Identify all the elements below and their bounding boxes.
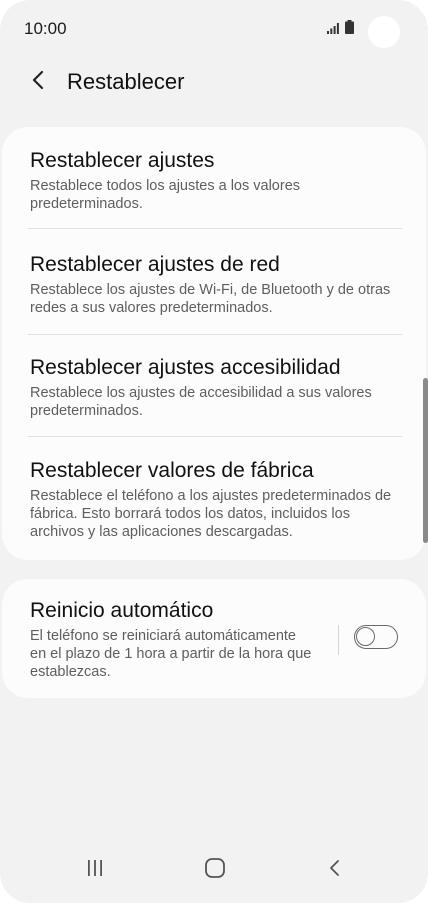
back-icon (328, 858, 342, 883)
nav-back-button[interactable] (310, 855, 360, 885)
item-description: El teléfono se reiniciará automáticament… (30, 628, 312, 680)
battery-icon (345, 20, 354, 39)
reset-accessibility-settings-item[interactable]: Restablecer ajustes accesibilidad Restab… (2, 354, 426, 420)
app-header: Restablecer (0, 58, 428, 108)
divider (28, 228, 402, 229)
item-description: Restablece el teléfono a los ajustes pre… (30, 488, 392, 540)
status-bar: 10:00 (0, 0, 428, 60)
back-button[interactable] (22, 66, 54, 98)
item-description: Restablece todos los ajustes a los valor… (30, 178, 301, 212)
scroll-indicator[interactable] (423, 378, 428, 543)
navigation-bar (0, 843, 428, 903)
recents-icon (85, 859, 105, 882)
page-title: Restablecer (67, 69, 185, 94)
chevron-left-icon (31, 70, 45, 95)
factory-reset-item[interactable]: Restablecer valores de fábrica Restablec… (2, 457, 426, 541)
reset-options-card: Restablecer ajustes Restablece todos los… (2, 127, 426, 560)
status-time: 10:00 (24, 19, 67, 38)
divider (28, 334, 402, 335)
toggle-knob (356, 627, 375, 646)
phone-screen: 10:00 Restablecer Restablecer ajustes Re… (0, 0, 428, 903)
status-icons (327, 20, 354, 39)
auto-restart-toggle[interactable] (354, 625, 398, 649)
item-title: Restablecer valores de fábrica (30, 459, 314, 482)
reset-network-settings-item[interactable]: Restablecer ajustes de red Restablece lo… (2, 251, 426, 317)
item-title: Restablecer ajustes accesibilidad (30, 356, 341, 379)
item-title: Restablecer ajustes (30, 149, 215, 172)
item-title: Restablecer ajustes de red (30, 253, 280, 276)
item-title: Reinicio automático (30, 599, 214, 622)
auto-restart-card: Reinicio automático El teléfono se reini… (2, 579, 426, 698)
home-button[interactable] (190, 855, 240, 885)
recents-button[interactable] (70, 855, 120, 885)
signal-icon (327, 21, 339, 39)
reset-settings-item[interactable]: Restablecer ajustes Restablece todos los… (2, 147, 426, 213)
camera-cutout (368, 16, 400, 48)
item-description: Restablece los ajustes de Wi-Fi, de Blue… (30, 282, 391, 316)
item-description: Restablece los ajustes de accesibilidad … (30, 385, 372, 419)
home-icon (204, 857, 226, 884)
toggle-separator (338, 625, 339, 655)
divider (28, 436, 402, 437)
